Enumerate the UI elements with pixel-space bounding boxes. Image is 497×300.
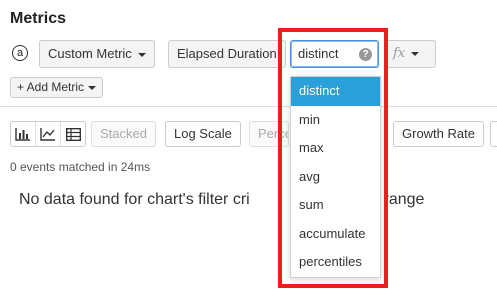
aggregation-value: distinct (298, 46, 339, 61)
option-max[interactable]: max (291, 134, 380, 163)
chart-type-group (10, 121, 86, 147)
events-matched-text: 0 events matched in 24ms (10, 160, 151, 174)
log-scale-toggle[interactable]: Log Scale (165, 121, 241, 147)
metric-badge: a (12, 45, 28, 61)
field-select-button[interactable]: Elapsed Duration (168, 40, 286, 68)
chevron-down-icon (88, 85, 97, 90)
function-icon: fx (393, 46, 406, 61)
toolbar-overflow-button[interactable] (490, 121, 497, 147)
add-metric-button[interactable]: + Add Metric (10, 77, 104, 98)
custom-metric-dropdown[interactable]: Custom Metric (39, 40, 155, 68)
chevron-down-icon (137, 52, 146, 57)
chevron-down-icon (411, 51, 420, 56)
section-title: Metrics (10, 10, 67, 27)
option-distinct[interactable]: distinct (291, 77, 380, 106)
option-percentiles[interactable]: percentiles (291, 248, 380, 277)
help-icon[interactable]: ? (359, 48, 372, 61)
add-metric-label: + Add Metric (17, 80, 85, 94)
stacked-toggle[interactable]: Stacked (91, 121, 156, 147)
custom-metric-label: Custom Metric (48, 46, 132, 61)
option-min[interactable]: min (291, 106, 380, 135)
formula-dropdown[interactable]: fx (384, 40, 436, 68)
option-avg[interactable]: avg (291, 163, 380, 192)
line-chart-icon[interactable] (36, 122, 61, 146)
percent-toggle[interactable]: Perce (249, 121, 289, 147)
bar-chart-icon[interactable] (11, 122, 36, 146)
growth-rate-toggle[interactable]: Growth Rate (393, 121, 484, 147)
option-accumulate[interactable]: accumulate (291, 220, 380, 249)
metrics-panel: Metrics a Custom Metric Elapsed Duration… (0, 0, 497, 300)
divider (0, 106, 497, 107)
chart-toolbar: Stacked Log Scale Perce Growth Rate (0, 121, 497, 149)
aggregation-select[interactable]: distinct ? (290, 40, 379, 68)
table-icon[interactable] (61, 122, 85, 146)
no-data-text: No data found for chart's filter cri (19, 191, 250, 208)
aggregation-dropdown-menu: distinct min max avg sum accumulate perc… (290, 76, 381, 278)
option-sum[interactable]: sum (291, 191, 380, 220)
